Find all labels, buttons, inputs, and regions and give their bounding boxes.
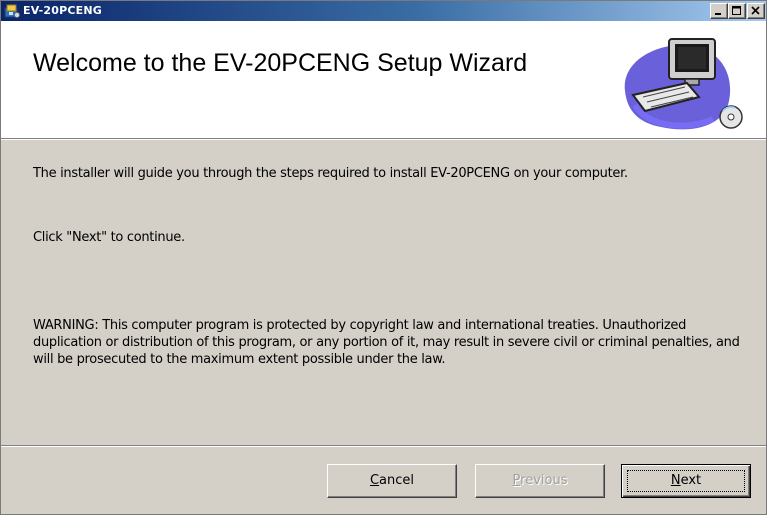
maximize-icon: [732, 6, 741, 15]
computer-install-icon: [624, 38, 743, 130]
intro-text: The installer will guide you through the…: [33, 166, 628, 181]
header-divider-highlight: [1, 139, 766, 140]
previous-mnemonic: P: [512, 473, 521, 488]
close-button[interactable]: [747, 3, 765, 19]
cancel-label: ancel: [379, 473, 415, 488]
setup-wizard-window: EV-20PCENG Welcome to the EV-20PCENG Set…: [0, 0, 767, 515]
focus-indicator: [627, 470, 745, 492]
previous-label: revious: [520, 473, 568, 488]
continue-hint: Click "Next" to continue.: [33, 230, 185, 245]
cancel-mnemonic: C: [369, 473, 380, 488]
title-bar[interactable]: EV-20PCENG: [1, 1, 766, 21]
maximize-button[interactable]: [728, 3, 746, 19]
copyright-warning: WARNING: This computer program is protec…: [33, 318, 740, 367]
footer-divider-highlight: [1, 446, 766, 447]
previous-button[interactable]: Previous: [475, 464, 605, 498]
next-button[interactable]: Next: [621, 464, 751, 498]
cancel-button[interactable]: Cancel: [327, 464, 457, 498]
installer-app-icon: [4, 4, 20, 18]
window-title: EV-20PCENG: [23, 4, 102, 17]
page-title: Welcome to the EV-20PCENG Setup Wizard: [33, 49, 528, 77]
close-icon: [751, 6, 760, 15]
wizard-header-banner: Welcome to the EV-20PCENG Setup Wizard: [1, 21, 766, 138]
minimize-button[interactable]: [710, 3, 728, 19]
minimize-icon: [715, 13, 721, 15]
